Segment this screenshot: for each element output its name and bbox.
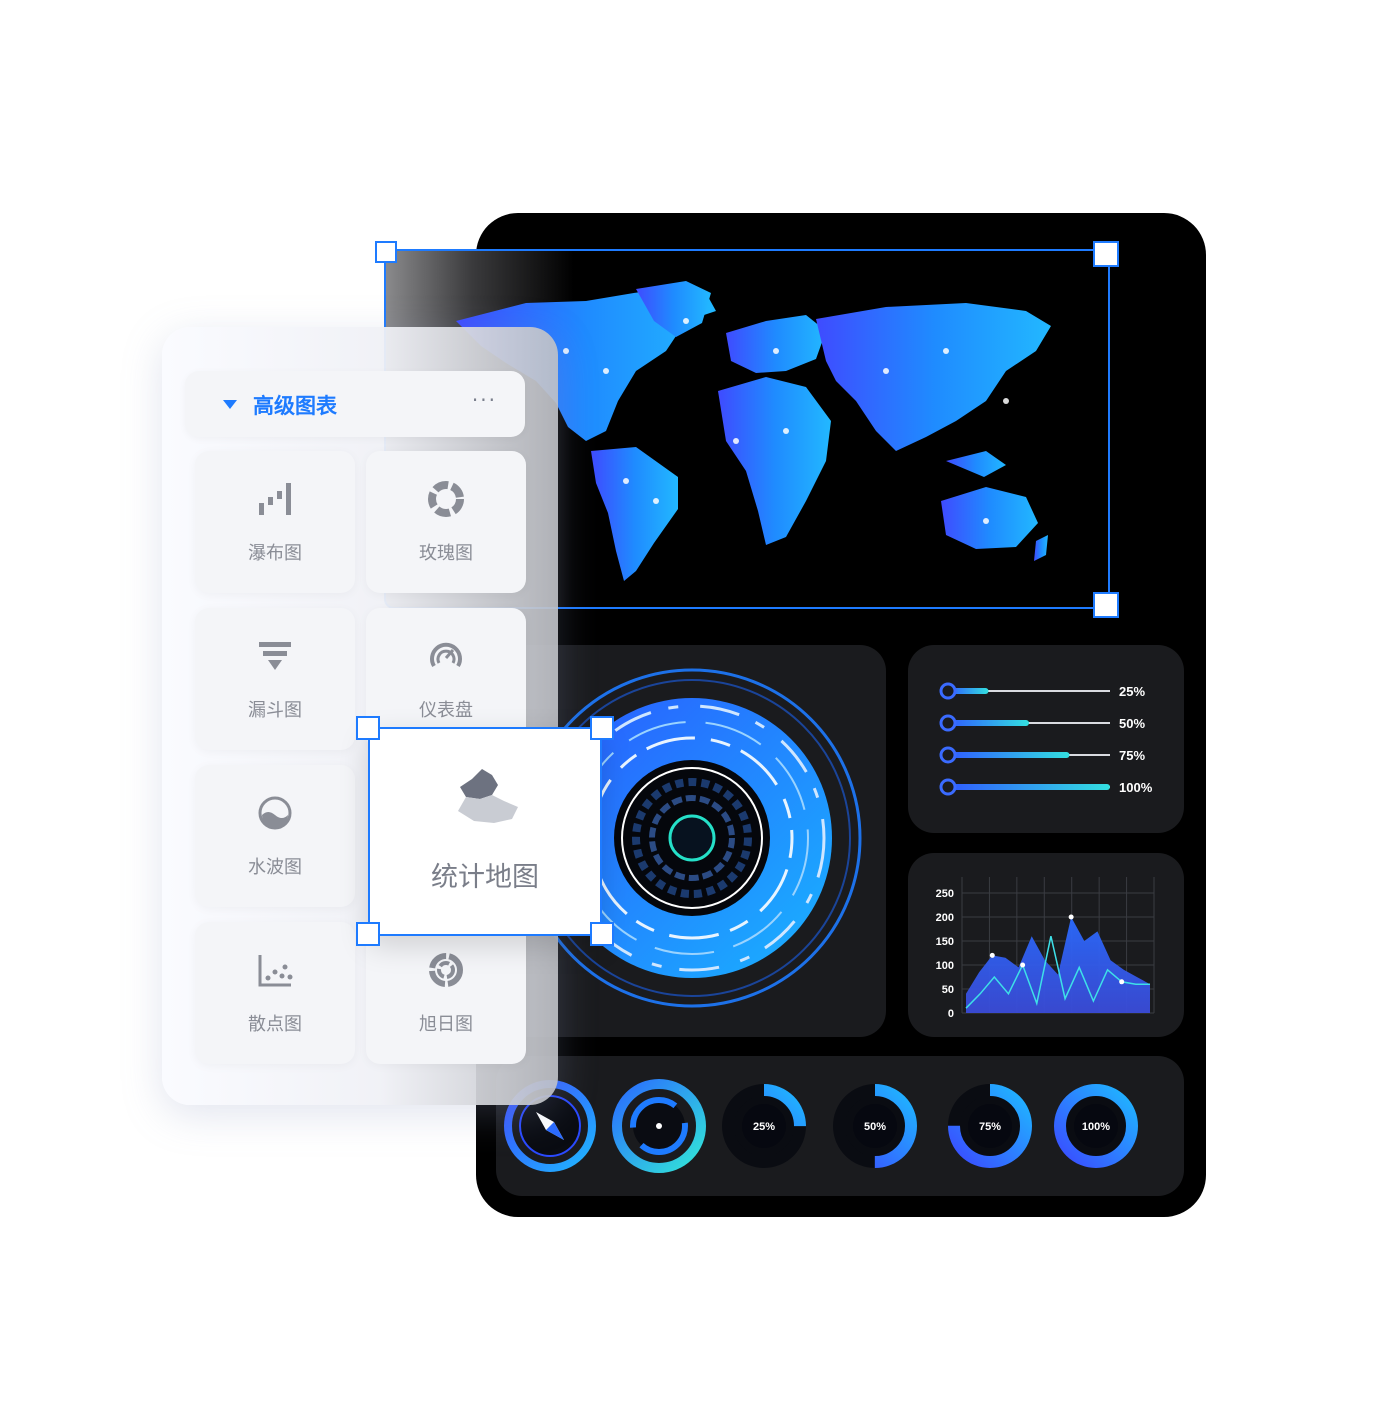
card-resize-handle-top-left[interactable] <box>356 716 380 740</box>
card-resize-handle-bottom-right[interactable] <box>590 922 614 946</box>
region-map-icon <box>458 769 518 823</box>
area-chart-card: 250 200 150 100 50 0 <box>908 853 1184 1037</box>
tile-sunburst[interactable]: 旭日图 <box>366 922 526 1064</box>
tile-label: 仪表盘 <box>419 700 473 721</box>
y-tick-label: 250 <box>936 888 954 900</box>
tile-label: 散点图 <box>248 1014 302 1035</box>
progress-fill <box>948 752 1070 758</box>
area-chart: 250 200 150 100 50 0 <box>936 877 1155 1020</box>
tile-label: 旭日图 <box>419 1014 473 1035</box>
panel-title: 高级图表 <box>253 394 337 418</box>
map-resize-handle-top-left[interactable] <box>375 241 397 263</box>
more-icon[interactable]: ··· <box>472 388 497 412</box>
panel-header[interactable]: 高级图表 ··· <box>185 371 525 437</box>
funnel-chart-icon <box>259 642 291 670</box>
y-tick-label: 50 <box>942 984 954 996</box>
ring-label: 25% <box>753 1121 775 1133</box>
tile-label: 水波图 <box>248 857 302 878</box>
progress-label: 100% <box>1119 780 1153 795</box>
card-resize-handle-bottom-left[interactable] <box>356 922 380 946</box>
y-tick-label: 0 <box>948 1008 954 1020</box>
rose-chart-icon <box>428 481 464 517</box>
progress-label: 25% <box>1119 684 1145 699</box>
y-tick-label: 200 <box>936 912 954 924</box>
scatter-chart-icon <box>258 955 293 987</box>
ring-label: 75% <box>979 1121 1001 1133</box>
progress-label: 75% <box>1119 748 1145 763</box>
ring-gauges: 25% 50% 75% 100% <box>504 1079 1138 1173</box>
progress-fill <box>948 720 1029 726</box>
liquid-fill-icon <box>258 796 292 830</box>
progress-fill <box>948 784 1110 790</box>
radar-center <box>656 1123 662 1129</box>
tile-scatter[interactable]: 散点图 <box>195 922 355 1064</box>
tile-liquid[interactable]: 水波图 <box>195 765 355 907</box>
ring-label: 50% <box>864 1121 886 1133</box>
progress-knob <box>939 746 957 764</box>
map-resize-handle-top-right[interactable] <box>1093 241 1119 267</box>
tile-label: 玫瑰图 <box>419 543 473 564</box>
card-resize-handle-top-right[interactable] <box>590 716 614 740</box>
tile-rose[interactable]: 玫瑰图 <box>366 451 526 593</box>
tile-label: 漏斗图 <box>248 700 302 721</box>
data-point <box>989 952 995 958</box>
tile-waterfall[interactable]: 瀑布图 <box>195 451 355 593</box>
waterfall-chart-icon <box>259 483 291 515</box>
selected-component-card[interactable]: 统计地图 <box>368 727 602 936</box>
map-resize-handle-bottom-right[interactable] <box>1093 592 1119 618</box>
caret-down-icon[interactable] <box>223 400 237 409</box>
ring-label: 100% <box>1082 1121 1110 1133</box>
data-point <box>1068 914 1074 920</box>
sunburst-chart-icon <box>429 953 463 987</box>
y-tick-label: 150 <box>936 936 954 948</box>
tile-label: 瀑布图 <box>248 543 302 564</box>
progress-knob <box>939 682 957 700</box>
tile-funnel[interactable]: 漏斗图 <box>195 608 355 750</box>
gauge-icon <box>430 642 462 668</box>
selected-component-label: 统计地图 <box>431 862 539 893</box>
ring-gauges-card: 25% 50% 75% 100% <box>496 1056 1184 1196</box>
data-point <box>1119 979 1125 985</box>
y-tick-label: 100 <box>936 960 954 972</box>
progress-card: 25% 50% 75% 100% <box>908 645 1184 833</box>
progress-bars: 25% 50% 75% 100% <box>939 682 1153 796</box>
progress-label: 50% <box>1119 716 1145 731</box>
progress-knob <box>939 778 957 796</box>
progress-knob <box>939 714 957 732</box>
data-point <box>1020 962 1026 968</box>
